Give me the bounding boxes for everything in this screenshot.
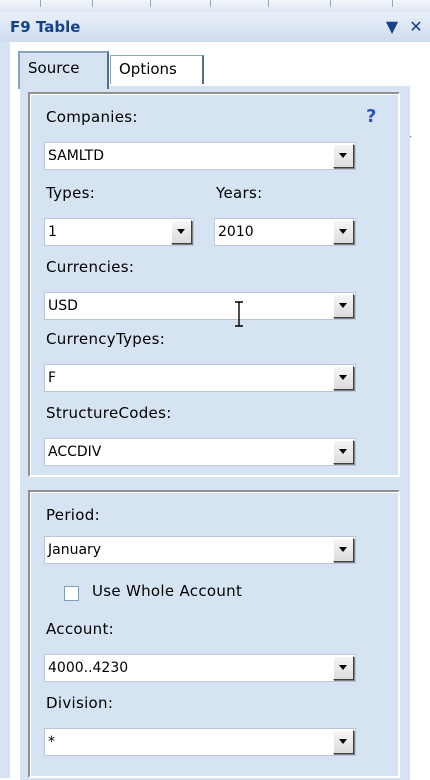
types-label: Types: [46,184,96,202]
types-combo[interactable]: 1 [44,218,194,246]
pane-title: F9 Table [10,18,81,36]
structure-codes-combo[interactable]: ACCDIV [44,438,356,466]
currency-types-label: CurrencyTypes: [46,330,166,348]
currencies-value: USD [48,298,78,314]
companies-value: SAMLTD [48,148,105,164]
structure-codes-label: StructureCodes: [46,404,172,422]
currencies-combo[interactable]: USD [44,292,356,320]
tab-options[interactable]: Options [110,55,204,84]
division-label: Division: [46,694,114,712]
companies-combo[interactable]: SAMLTD [44,142,356,170]
period-value: January [48,542,102,558]
division-value: * [48,734,55,750]
period-label: Period: [46,506,100,524]
close-icon[interactable]: ✕ [406,16,426,38]
period-combo[interactable]: January [44,536,356,564]
types-value: 1 [48,224,57,240]
account-combo[interactable]: 4000..4230 [44,654,356,682]
text-cursor-icon [235,301,243,327]
companies-label: Companies: [46,108,138,126]
currency-types-value: F [48,370,57,386]
chevron-down-icon[interactable] [333,366,354,390]
account-label: Account: [46,620,115,638]
use-whole-account-label[interactable]: Use Whole Account [92,582,242,600]
structure-codes-value: ACCDIV [48,444,102,460]
chevron-down-icon[interactable] [333,656,354,680]
use-whole-account-checkbox[interactable] [64,586,79,601]
chevron-down-icon[interactable] [333,730,354,754]
years-label: Years: [216,184,263,202]
chevron-down-icon[interactable] [333,440,354,464]
currency-types-combo[interactable]: F [44,364,356,392]
currencies-label: Currencies: [46,258,135,276]
pane-title-bar: F9 Table ▼ ✕ [0,12,430,42]
tab-source[interactable]: Source [18,51,109,89]
chevron-down-icon[interactable] [333,220,354,244]
account-value: 4000..4230 [48,660,129,676]
chevron-down-icon[interactable] [171,220,192,244]
chevron-down-icon[interactable] [333,144,354,168]
chevron-down-icon[interactable] [333,294,354,318]
chevron-down-icon[interactable] [333,538,354,562]
division-combo[interactable]: * [44,728,356,756]
help-icon[interactable]: ? [366,106,376,127]
years-combo[interactable]: 2010 [214,218,356,246]
pane-options-chevron-down-icon[interactable]: ▼ [382,16,402,38]
years-value: 2010 [218,224,254,240]
